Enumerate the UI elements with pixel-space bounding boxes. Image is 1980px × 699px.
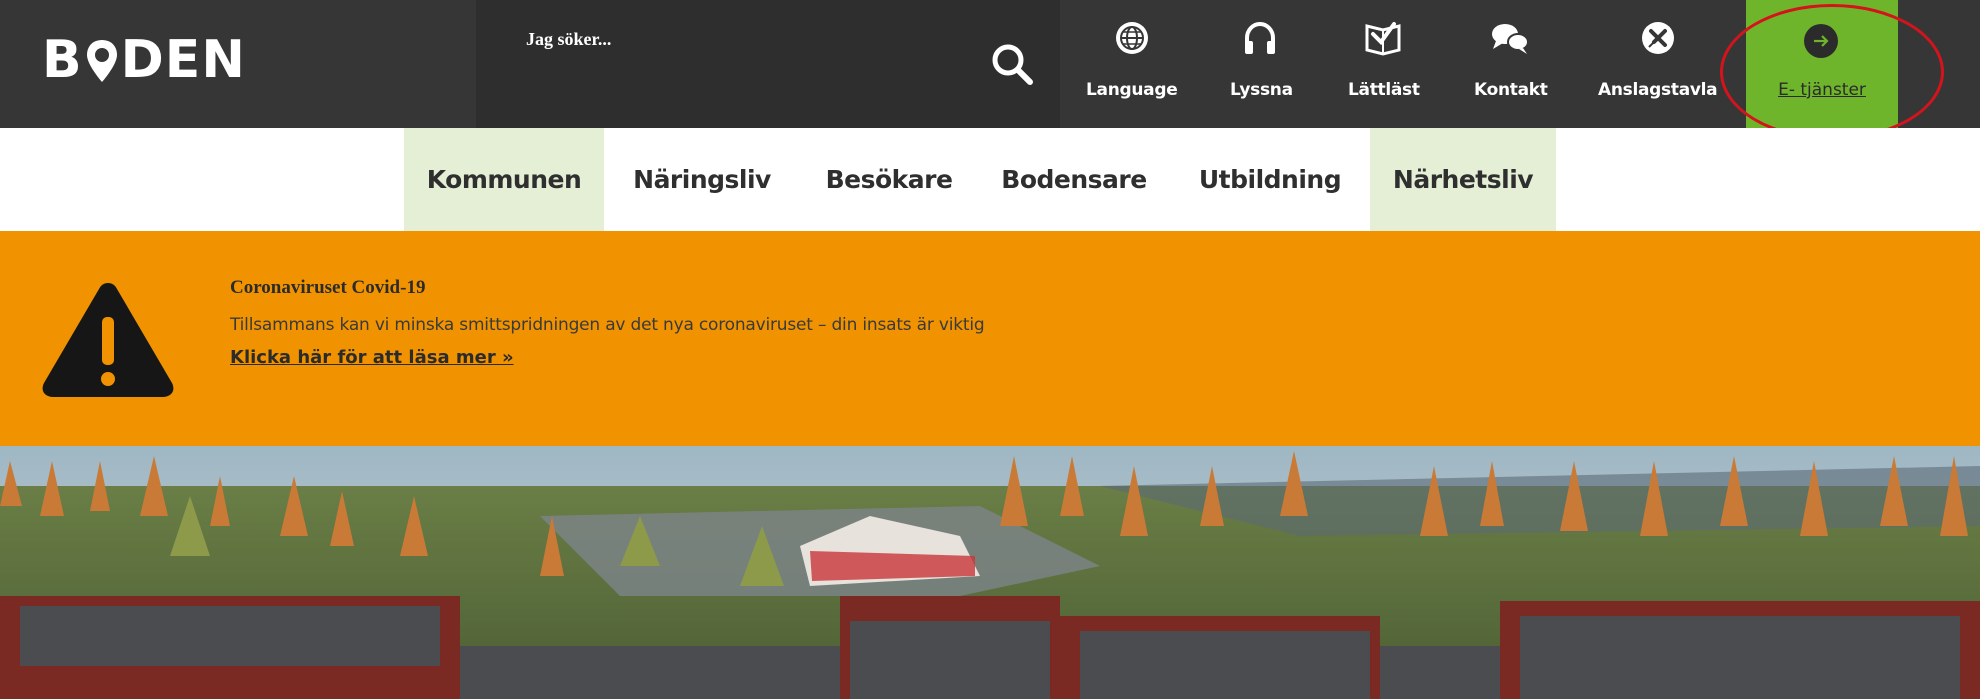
nav-item-kommunen[interactable]: Kommunen (404, 128, 604, 231)
search-input[interactable] (526, 24, 966, 54)
contact-link[interactable]: Kontakt (1466, 0, 1550, 128)
e-services-button[interactable]: E- tjänster (1746, 0, 1898, 128)
site-header: B DEN La (0, 0, 1980, 140)
nav-item-bodensare[interactable]: Bodensare (978, 128, 1170, 231)
chat-bubbles-icon (1490, 20, 1529, 56)
globe-icon (1114, 20, 1150, 56)
nav-item-narhetsliv[interactable]: Närhetsliv (1370, 128, 1556, 231)
alert-title: Coronaviruset Covid-19 (230, 277, 426, 298)
e-services-label: E- tjänster (1778, 80, 1866, 100)
boden-logo[interactable]: B DEN (42, 30, 245, 90)
nav-item-utbildning[interactable]: Utbildning (1170, 128, 1370, 231)
language-link[interactable]: Language (1080, 0, 1184, 128)
read-more-link[interactable]: Klicka här för att läsa mer » (230, 347, 514, 368)
open-book-icon (1364, 20, 1401, 56)
contact-label: Kontakt (1474, 80, 1548, 100)
headphones-icon (1242, 20, 1278, 56)
alert-text: Tillsammans kan vi minska smittspridning… (230, 315, 985, 335)
hero-image (0, 446, 1980, 699)
language-label: Language (1086, 80, 1178, 100)
nav-item-besokare[interactable]: Besökare (800, 128, 978, 231)
listen-link[interactable]: Lyssna (1222, 0, 1302, 128)
arrow-circle-icon (1804, 24, 1838, 58)
warning-icon (40, 279, 176, 401)
search-icon[interactable] (988, 40, 1036, 88)
covid-alert-banner: Coronaviruset Covid-19 Tillsammans kan v… (0, 231, 1980, 446)
pushpin-icon (1640, 20, 1676, 56)
main-navigation: Kommunen Näringsliv Besökare Bodensare U… (0, 128, 1980, 231)
easy-read-link[interactable]: Lättläst (1344, 0, 1424, 128)
easy-read-label: Lättläst (1348, 80, 1420, 100)
search-area (476, 0, 1060, 128)
listen-label: Lyssna (1230, 80, 1293, 100)
nav-item-naringsliv[interactable]: Näringsliv (604, 128, 800, 231)
map-pin-icon (85, 37, 119, 83)
notice-board-link[interactable]: Anslagstavla (1592, 0, 1724, 128)
notice-board-label: Anslagstavla (1598, 80, 1718, 100)
logo-letters-den: DEN (120, 30, 246, 90)
logo-letter-b: B (42, 30, 83, 90)
